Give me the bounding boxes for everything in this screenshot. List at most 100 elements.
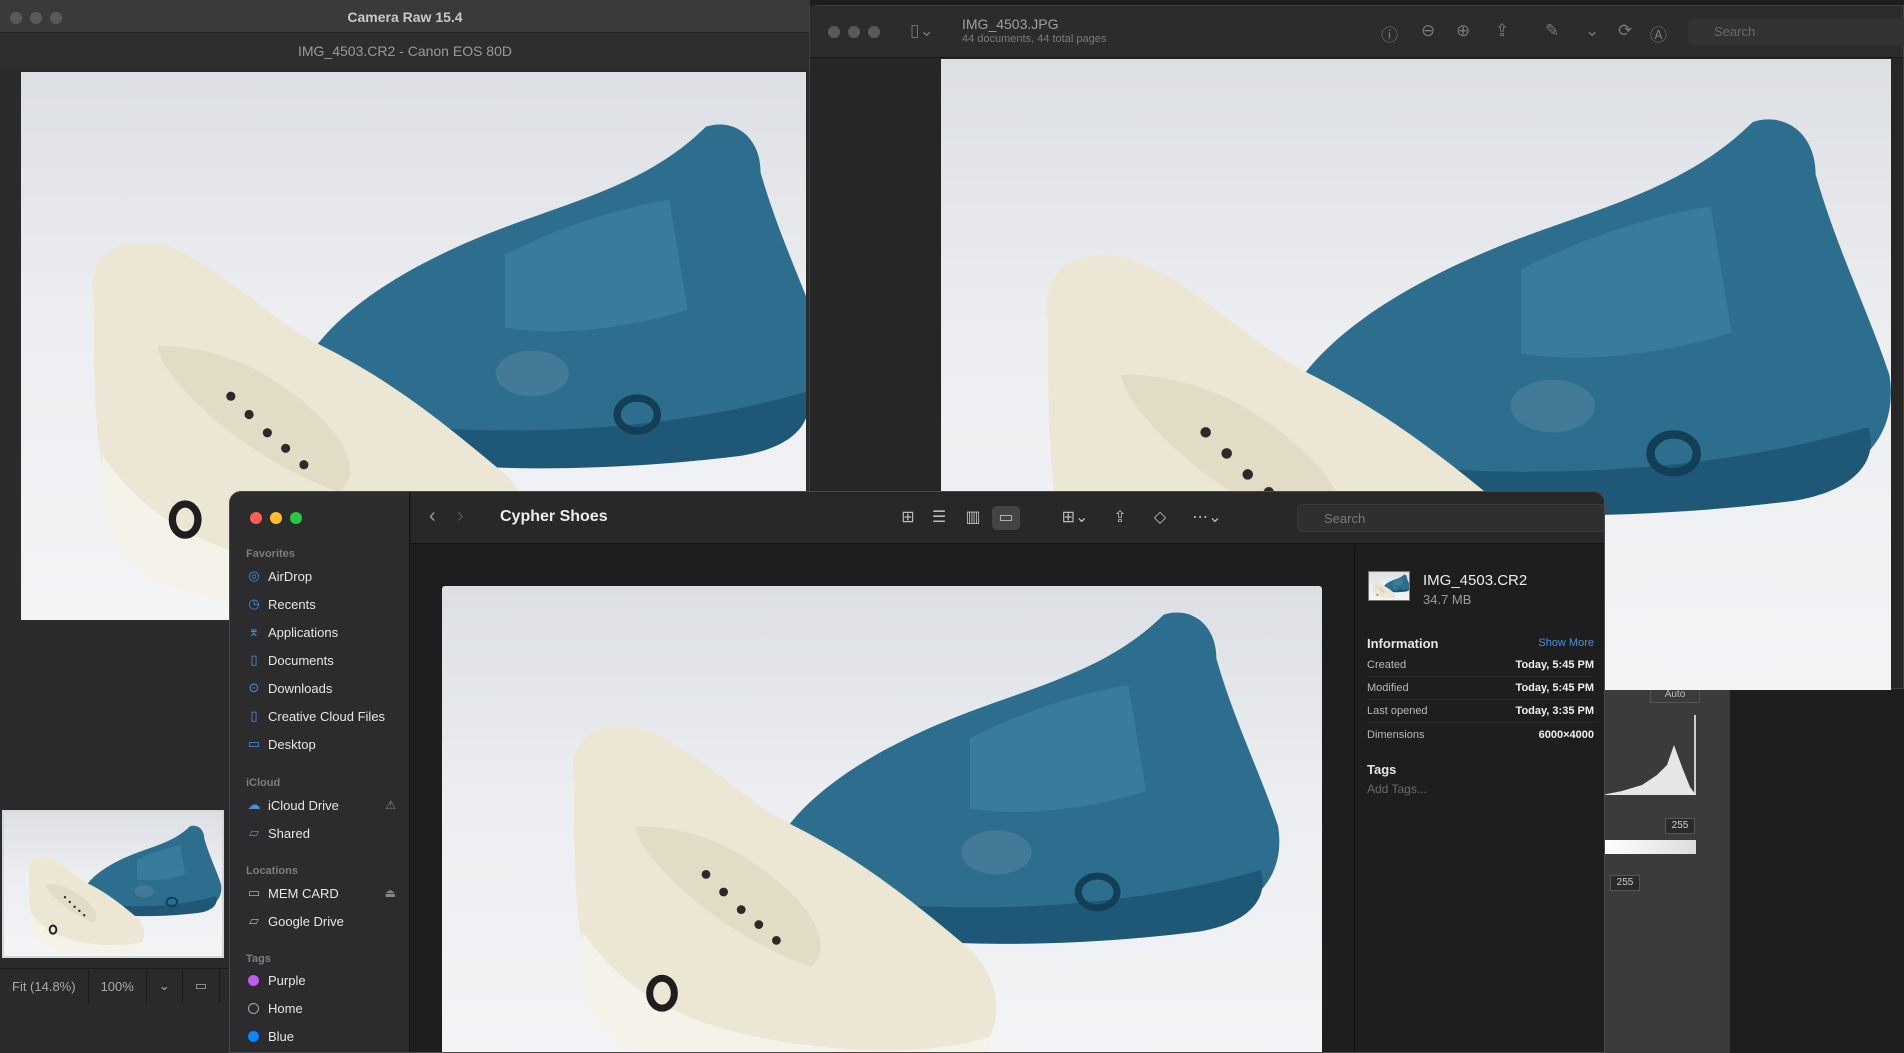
filmstrip-thumbnail[interactable]	[2, 810, 224, 958]
column-view-button[interactable]: ▥	[959, 506, 987, 530]
sidebar-item-label: Recents	[268, 596, 316, 612]
markup-icon[interactable]: ✎	[1545, 21, 1559, 41]
sidebar-item-downloads[interactable]: ⊙ Downloads	[246, 680, 396, 696]
share-icon[interactable]: ⇪	[1495, 21, 1509, 41]
close-button[interactable]	[828, 26, 840, 38]
info-key: Dimensions	[1367, 728, 1425, 741]
zoom-bar: Fit (14.8%) 100% ⌄ ▭	[0, 968, 260, 1003]
sneakers-illustration	[1372, 574, 1409, 600]
rotate-icon[interactable]: ⟳	[1618, 21, 1632, 41]
zoom-out-icon[interactable]: ⊖	[1421, 21, 1435, 41]
applications-icon: ⌆	[248, 624, 260, 639]
white-point-value[interactable]: 255	[1665, 818, 1695, 834]
info-value: Today, 5:45 PM	[1515, 659, 1594, 671]
output-value[interactable]: 255	[1610, 875, 1640, 891]
forward-button[interactable]: ›	[457, 505, 464, 528]
output-slider[interactable]	[1602, 840, 1696, 854]
gallery-view	[411, 545, 1354, 1052]
sidebar-item-label: Creative Cloud Files	[268, 708, 386, 724]
sidebar-item-label: Downloads	[268, 680, 333, 696]
sidebar-item-documents[interactable]: ▯ Documents	[246, 652, 396, 668]
info-key: Created	[1367, 659, 1407, 671]
info-row-dimensions: Dimensions 6000×4000	[1367, 723, 1594, 746]
information-header: Information	[1367, 636, 1439, 651]
sidebar-item-shared[interactable]: ▱ Shared	[246, 825, 396, 841]
camera-raw-titlebar: Camera Raw 15.4	[0, 0, 810, 33]
sidebar-item-airdrop[interactable]: ◎ AirDrop	[246, 568, 396, 584]
more-actions-button[interactable]: ⋯⌄	[1187, 506, 1227, 530]
sidebar-item-applications[interactable]: ⌆ Applications	[246, 624, 396, 640]
file-size: 34.7 MB	[1423, 592, 1472, 607]
close-button[interactable]	[250, 512, 262, 524]
show-more-link[interactable]: Show More	[1538, 637, 1594, 649]
sidebar-item-label: iCloud Drive	[268, 797, 339, 813]
annotate-icon[interactable]: Ⓐ	[1650, 21, 1667, 46]
zoom-fit-button[interactable]: Fit (14.8%)	[0, 969, 89, 1003]
zoom-button[interactable]	[290, 512, 302, 524]
sidebar-item-tag-home[interactable]: Home	[246, 1001, 396, 1016]
info-icon[interactable]: ⓘ	[1381, 21, 1398, 46]
zoom-100-button[interactable]: 100%	[89, 969, 147, 1003]
icon-view-button[interactable]: ⊞	[894, 506, 922, 530]
minimize-button[interactable]	[270, 512, 282, 524]
document-subtitle: 44 documents, 44 total pages	[962, 33, 1107, 45]
airdrop-icon: ◎	[248, 568, 260, 583]
desktop-icon: ▭	[247, 736, 261, 751]
window-controls[interactable]	[828, 26, 880, 38]
sneakers-illustration	[572, 612, 1280, 1052]
sidebar-item-tag-purple[interactable]: Purple	[246, 973, 396, 988]
sidebar-item-mem-card[interactable]: ▭ MEM CARD ⏏	[246, 885, 396, 901]
sidebar-item-creative-cloud[interactable]: ▯ Creative Cloud Files	[246, 708, 396, 724]
sidebar-item-label: Applications	[268, 624, 339, 640]
view-mode-icon[interactable]: ▭	[183, 969, 221, 1003]
sidebar-item-tag-blue[interactable]: Blue	[246, 1029, 396, 1044]
group-by-button[interactable]: ⊞⌄	[1055, 506, 1095, 530]
thumbnail-image	[1369, 572, 1409, 600]
tag-icon[interactable]: ◇	[1146, 506, 1174, 530]
minimize-button[interactable]	[848, 26, 860, 38]
file-name: IMG_4503.CR2	[1423, 572, 1528, 589]
camera-raw-adjust-panel: Auto 255 255	[1600, 680, 1730, 1053]
sidebar-item-label: MEM CARD	[268, 885, 339, 901]
back-button[interactable]: ‹	[429, 505, 436, 528]
tag-dot	[248, 975, 259, 986]
gallery-preview-image[interactable]	[442, 586, 1322, 1052]
file-info-bar: IMG_4503.CR2 - Canon EOS 80D	[0, 33, 810, 69]
gallery-view-button[interactable]: ▭	[992, 506, 1020, 530]
search-input[interactable]: Search	[1297, 504, 1604, 532]
histogram-graph	[1602, 715, 1696, 795]
zoom-button[interactable]	[868, 26, 880, 38]
document-title: IMG_4503.JPG	[962, 16, 1059, 32]
sidebar-toggle-icon[interactable]: ▯⌄	[910, 21, 934, 41]
sidebar-item-google-drive[interactable]: ▱ Google Drive	[246, 913, 396, 929]
add-tags-field[interactable]: Add Tags...	[1367, 782, 1427, 796]
chevron-down-icon[interactable]: ⌄	[147, 969, 183, 1003]
document-icon: ▯	[250, 708, 258, 723]
sidebar-item-label: Home	[268, 1001, 303, 1016]
sidebar-item-label: Shared	[268, 825, 310, 841]
tag-dot	[248, 1003, 259, 1014]
eject-icon[interactable]: ⏏	[385, 886, 396, 900]
list-view-button[interactable]: ☰	[925, 506, 953, 530]
share-icon[interactable]: ⇪	[1106, 506, 1134, 530]
clock-icon: ◷	[248, 596, 260, 611]
finder-sidebar: Favorites ◎ AirDrop ◷ Recents ⌆ Application…	[230, 492, 410, 1052]
drive-icon: ▭	[247, 885, 261, 900]
finder-window: Favorites ◎ AirDrop ◷ Recents ⌆ Application…	[229, 491, 1605, 1053]
tag-dot	[248, 1031, 259, 1042]
folder-title: Cypher Shoes	[500, 508, 608, 525]
zoom-in-icon[interactable]: ⊕	[1456, 21, 1470, 41]
sidebar-header-tags: Tags	[246, 953, 271, 965]
search-input[interactable]: Search	[1688, 19, 1904, 45]
sidebar-item-recents[interactable]: ◷ Recents	[246, 596, 396, 612]
sidebar-item-icloud-drive[interactable]: ☁ iCloud Drive ⚠	[246, 797, 397, 813]
sidebar-header-favorites: Favorites	[246, 548, 295, 560]
file-thumbnail	[1368, 571, 1410, 601]
sidebar-item-label: Google Drive	[268, 913, 344, 929]
window-controls[interactable]	[250, 512, 302, 524]
chevron-down-icon[interactable]: ⌄	[1585, 21, 1599, 41]
sidebar-item-label: Purple	[268, 973, 306, 988]
sidebar-item-desktop[interactable]: ▭ Desktop	[246, 736, 396, 752]
sidebar-item-label: Desktop	[268, 736, 316, 752]
info-row-modified: Modified Today, 5:45 PM	[1367, 677, 1594, 700]
